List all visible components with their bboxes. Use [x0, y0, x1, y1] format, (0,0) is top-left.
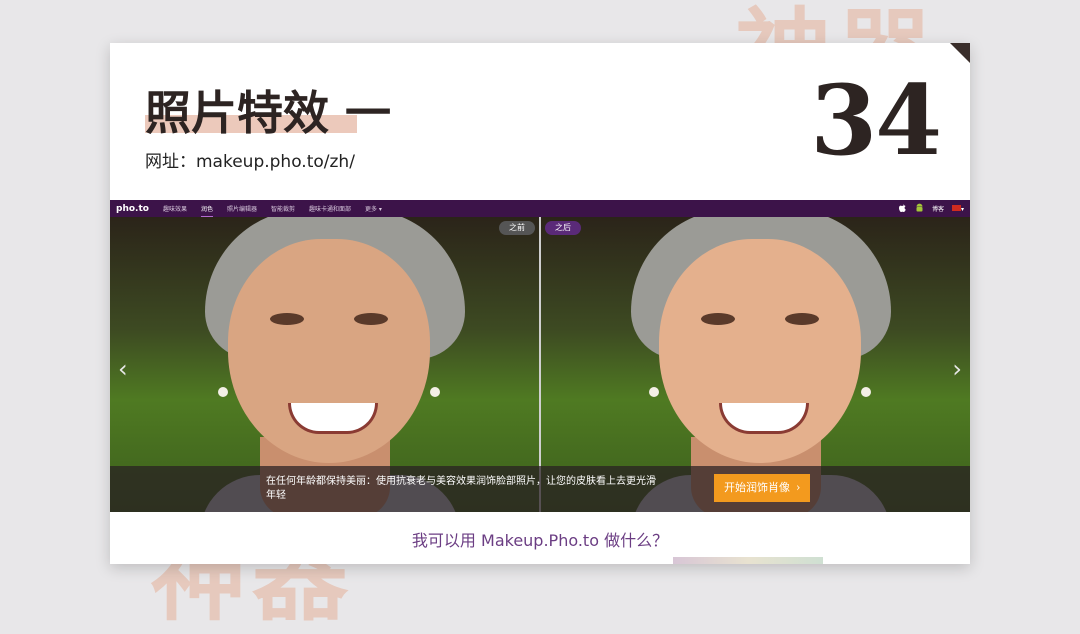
slide-number: 34: [810, 64, 942, 177]
section-question: 我可以用 Makeup.Pho.to 做什么？: [411, 531, 669, 550]
chevron-right-icon: ›: [796, 481, 801, 494]
caption-text: 在任何年龄都保持美丽：使用抗衰老与美容效果润饰脸部照片，让您的皮肤看上去更光滑年…: [266, 476, 656, 501]
blog-link[interactable]: 博客: [932, 204, 944, 213]
title-block: 照片特效 一: [145, 83, 391, 143]
bottom-image-strip: [673, 557, 823, 564]
caption-bar: 在任何年龄都保持美丽：使用抗衰老与美容效果润饰脸部照片，让您的皮肤看上去更光滑年…: [110, 466, 970, 512]
corner-decoration: [950, 43, 970, 63]
nav-item-photo-editor[interactable]: 照片编辑器: [227, 204, 257, 213]
nav-right-group: 博客 ▾: [898, 200, 964, 217]
site-logo[interactable]: pho.to: [116, 204, 149, 214]
apple-icon[interactable]: [898, 203, 907, 215]
site-navbar: pho.to 趣味效果 润色 照片编辑器 智能裁剪 趣味卡通和面部 更多 ▾ 博…: [110, 200, 970, 218]
china-flag-icon: [951, 204, 961, 211]
nav-item-cartoon-face[interactable]: 趣味卡通和面部: [309, 204, 351, 213]
website-screenshot: pho.to 趣味效果 润色 照片编辑器 智能裁剪 趣味卡通和面部 更多 ▾ 博…: [110, 200, 970, 512]
android-icon[interactable]: [915, 203, 924, 215]
slide-subtitle-url: 网址：makeup.pho.to/zh/: [145, 152, 355, 172]
start-retouch-button[interactable]: 开始润饰肖像 ›: [714, 474, 811, 502]
before-badge[interactable]: 之前: [499, 221, 535, 235]
nav-item-retouch[interactable]: 润色: [200, 204, 213, 218]
nav-item-smart-crop[interactable]: 智能裁剪: [271, 204, 295, 213]
next-arrow-icon[interactable]: ›: [952, 357, 962, 381]
prev-arrow-icon[interactable]: ‹: [118, 357, 128, 381]
language-selector[interactable]: ▾: [951, 204, 964, 213]
nav-item-more[interactable]: 更多 ▾: [365, 204, 382, 213]
slide-card: 照片特效 一 网址：makeup.pho.to/zh/ 34 pho.to 趣味…: [110, 43, 970, 564]
nav-item-fun-effects[interactable]: 趣味效果: [163, 204, 187, 213]
slide-title: 照片特效 一: [145, 86, 392, 140]
after-badge[interactable]: 之后: [545, 221, 581, 235]
